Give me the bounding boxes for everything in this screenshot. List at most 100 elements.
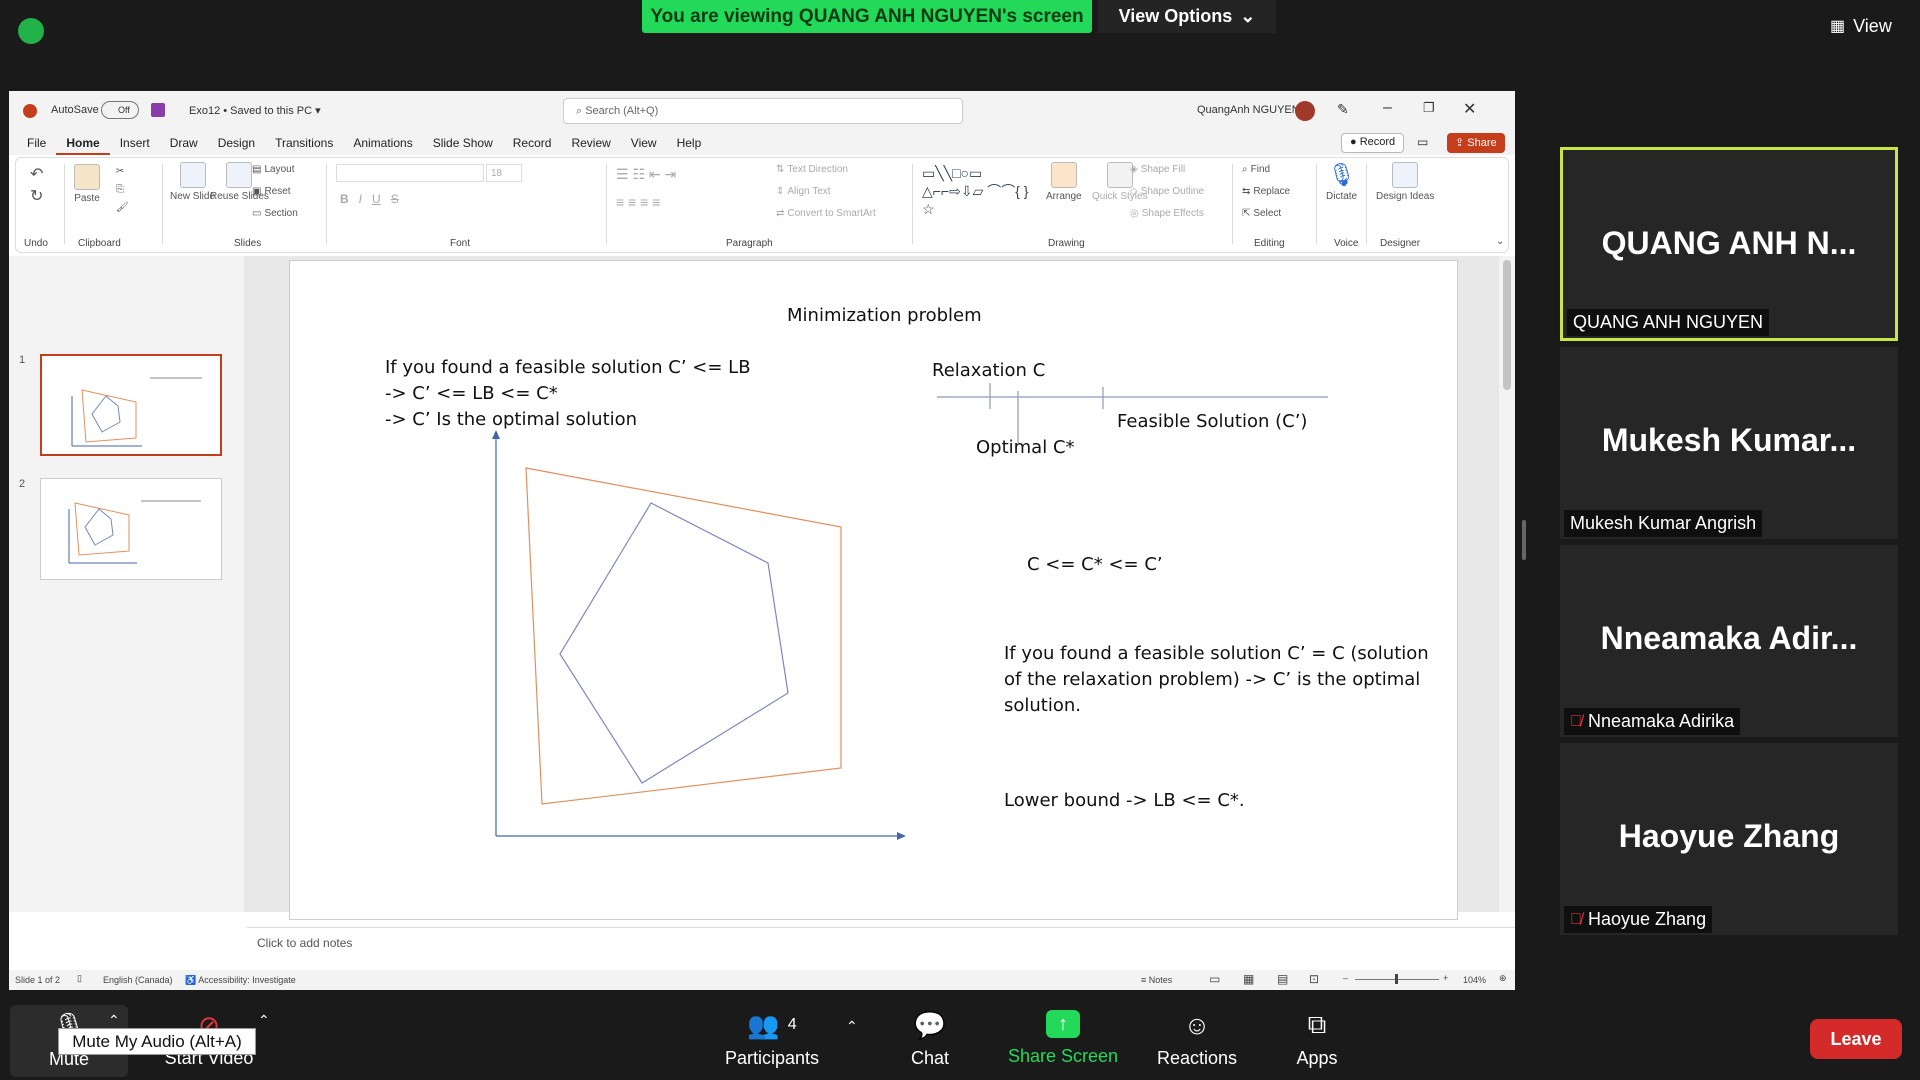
tab-design[interactable]: Design (208, 131, 265, 155)
scrollbar-thumb[interactable] (1503, 260, 1511, 390)
tab-insert[interactable]: Insert (110, 131, 160, 155)
slide-sorter-icon[interactable]: ▦ (1243, 972, 1254, 986)
zoom-slider-thumb[interactable] (1395, 974, 1398, 984)
panel-resize-handle[interactable] (1522, 520, 1526, 560)
tab-review[interactable]: Review (561, 131, 620, 155)
language-label[interactable]: English (Canada) (103, 975, 173, 985)
participant-tile-1[interactable]: QUANG ANH N... QUANG ANH NGUYEN (1560, 147, 1898, 341)
participants-button[interactable]: 👥 4 Participants (716, 1010, 828, 1069)
video-options-chevron[interactable]: ⌃ (258, 1012, 270, 1029)
view-options-button[interactable]: View Options ⌄ (1098, 0, 1276, 33)
shape-effects-button[interactable]: ◎ Shape Effects (1130, 208, 1204, 219)
redo-icon[interactable]: ↻ (30, 186, 43, 206)
reading-view-icon[interactable]: ▤ (1277, 972, 1288, 986)
tab-help[interactable]: Help (667, 131, 712, 155)
new-slide-button[interactable]: New Slide (170, 162, 215, 202)
reset-button[interactable]: ▣ Reset (252, 186, 291, 197)
tab-home[interactable]: Home (56, 131, 110, 155)
arrange-button[interactable]: Arrange (1046, 162, 1082, 202)
undo-icon[interactable]: ↶ (30, 164, 43, 184)
align-text-button[interactable]: ⇕ Align Text (776, 186, 831, 197)
shape-fill-button[interactable]: ◈ Shape Fill (1130, 164, 1185, 175)
tab-draw[interactable]: Draw (160, 131, 208, 155)
shape-outline-button[interactable]: ◇ Shape Outline (1130, 186, 1204, 197)
notes-pane[interactable]: Click to add notes (247, 927, 1515, 963)
zoom-level[interactable]: 104% (1463, 975, 1486, 985)
convert-smartart-button[interactable]: ⇄ Convert to SmartArt (776, 208, 876, 219)
font-format-icons[interactable]: BIUS (340, 192, 399, 206)
new-slide-label: New Slide (170, 191, 216, 202)
bullets-icons[interactable]: ☰ ☷ ⇤ ⇥ (616, 166, 676, 183)
tab-transitions[interactable]: Transitions (265, 131, 343, 155)
slide-thumbnail-2[interactable] (40, 478, 222, 580)
audio-options-chevron[interactable]: ⌃ (108, 1012, 120, 1029)
leave-button[interactable]: Leave (1810, 1019, 1902, 1059)
comments-icon[interactable]: ▭ (1417, 135, 1428, 149)
find-button[interactable]: ⌕ Find (1242, 164, 1270, 175)
replace-button[interactable]: ⇆ Replace (1242, 186, 1290, 197)
muted-mic-icon: 🎙̸ (1570, 712, 1582, 730)
format-painter-icon[interactable]: 🖌 (116, 202, 129, 213)
copy-icon[interactable]: ⎘ (116, 184, 124, 195)
font-size-select[interactable]: 18 (486, 164, 522, 182)
participant-tile-2[interactable]: Mukesh Kumar... Mukesh Kumar Angrish (1560, 347, 1898, 539)
font-name-select[interactable] (336, 164, 484, 182)
tab-view[interactable]: View (621, 131, 667, 155)
user-name[interactable]: QuangAnh NGUYEN (1197, 104, 1300, 116)
normal-view-icon[interactable]: ▭ (1209, 972, 1220, 986)
select-button[interactable]: ⇱ Select (1242, 208, 1281, 219)
section-button[interactable]: ▭ Section (252, 208, 298, 219)
tab-record[interactable]: Record (503, 131, 562, 155)
cut-icon[interactable]: ✂ (116, 166, 124, 177)
participant-tile-4[interactable]: Haoyue Zhang 🎙̸ Haoyue Zhang (1560, 743, 1898, 935)
tab-animations[interactable]: Animations (343, 131, 422, 155)
slideshow-icon[interactable]: ⊡ (1309, 972, 1319, 986)
notes-button[interactable]: ≡ Notes (1141, 975, 1172, 985)
design-ideas-button[interactable]: Design Ideas (1376, 162, 1434, 202)
spelling-icon[interactable]: ▯ (77, 973, 82, 984)
participant-tile-3[interactable]: Nneamaka Adir... 🎙̸ Nneamaka Adirika (1560, 545, 1898, 737)
slide-canvas[interactable]: Minimization problem If you found a feas… (289, 260, 1458, 920)
chevron-down-icon: ⌄ (1240, 6, 1256, 26)
collapse-ribbon-icon[interactable]: ⌄ (1496, 236, 1504, 247)
security-shield-icon[interactable] (18, 18, 44, 44)
fit-slide-icon[interactable]: ⊕ (1499, 973, 1507, 984)
text-direction-button[interactable]: ⇅ Text Direction (776, 164, 848, 175)
share-button[interactable]: ⇪ Share (1447, 133, 1505, 153)
slide-thumbnail-1[interactable] (40, 354, 222, 456)
dictate-button[interactable]: 🎙 Dictate (1326, 162, 1357, 202)
avatar[interactable] (1295, 101, 1315, 121)
title-bar: AutoSave Off Exo12 • Saved to this PC ▾ … (9, 91, 1515, 131)
reactions-button[interactable]: ☺ Reactions (1152, 1010, 1242, 1069)
tab-slide-show[interactable]: Slide Show (423, 131, 503, 155)
chat-button[interactable]: 💬 Chat (900, 1010, 960, 1069)
document-title[interactable]: Exo12 • Saved to this PC ▾ (189, 104, 321, 117)
pen-icon[interactable]: ✎ (1337, 101, 1349, 118)
view-button[interactable]: ▦ View (1830, 14, 1910, 38)
autosave-toggle[interactable]: Off (101, 101, 139, 119)
minimize-icon[interactable]: – (1383, 99, 1392, 117)
shapes-gallery[interactable]: ▭╲╲□○▭ △⌐⌐⇨⇩▱ ⌒⌒{ }☆ (922, 164, 1040, 218)
save-icon[interactable] (151, 103, 165, 117)
apps-button[interactable]: ⧉ Apps (1290, 1009, 1344, 1069)
restore-icon[interactable]: ❐ (1423, 100, 1435, 116)
paste-button[interactable]: Paste (74, 164, 100, 204)
align-icons[interactable]: ≡ ≡ ≡ ≡ (616, 194, 660, 210)
record-button[interactable]: ● Record (1341, 133, 1405, 153)
design-ideas-label: Design Ideas (1376, 191, 1435, 202)
search-input[interactable]: ⌕ Search (Alt+Q) (563, 98, 963, 124)
tab-file[interactable]: File (17, 131, 56, 155)
separator (1366, 164, 1367, 244)
share-screen-button[interactable]: ↑ Share Screen (1002, 1010, 1124, 1067)
reactions-icon: ☺ (1183, 1009, 1211, 1040)
close-icon[interactable]: ✕ (1463, 99, 1476, 119)
layout-button[interactable]: ▤ Layout (252, 164, 294, 175)
share-label: Share (1467, 137, 1497, 149)
separator (162, 164, 163, 244)
quick-styles-icon (1106, 162, 1133, 188)
zoom-slider[interactable]: – + (1343, 973, 1453, 985)
separator (912, 164, 913, 244)
vertical-scrollbar[interactable] (1499, 256, 1515, 912)
accessibility-button[interactable]: ♿ Accessibility: Investigate (185, 975, 296, 986)
participants-chevron[interactable]: ⌃ (846, 1018, 858, 1035)
